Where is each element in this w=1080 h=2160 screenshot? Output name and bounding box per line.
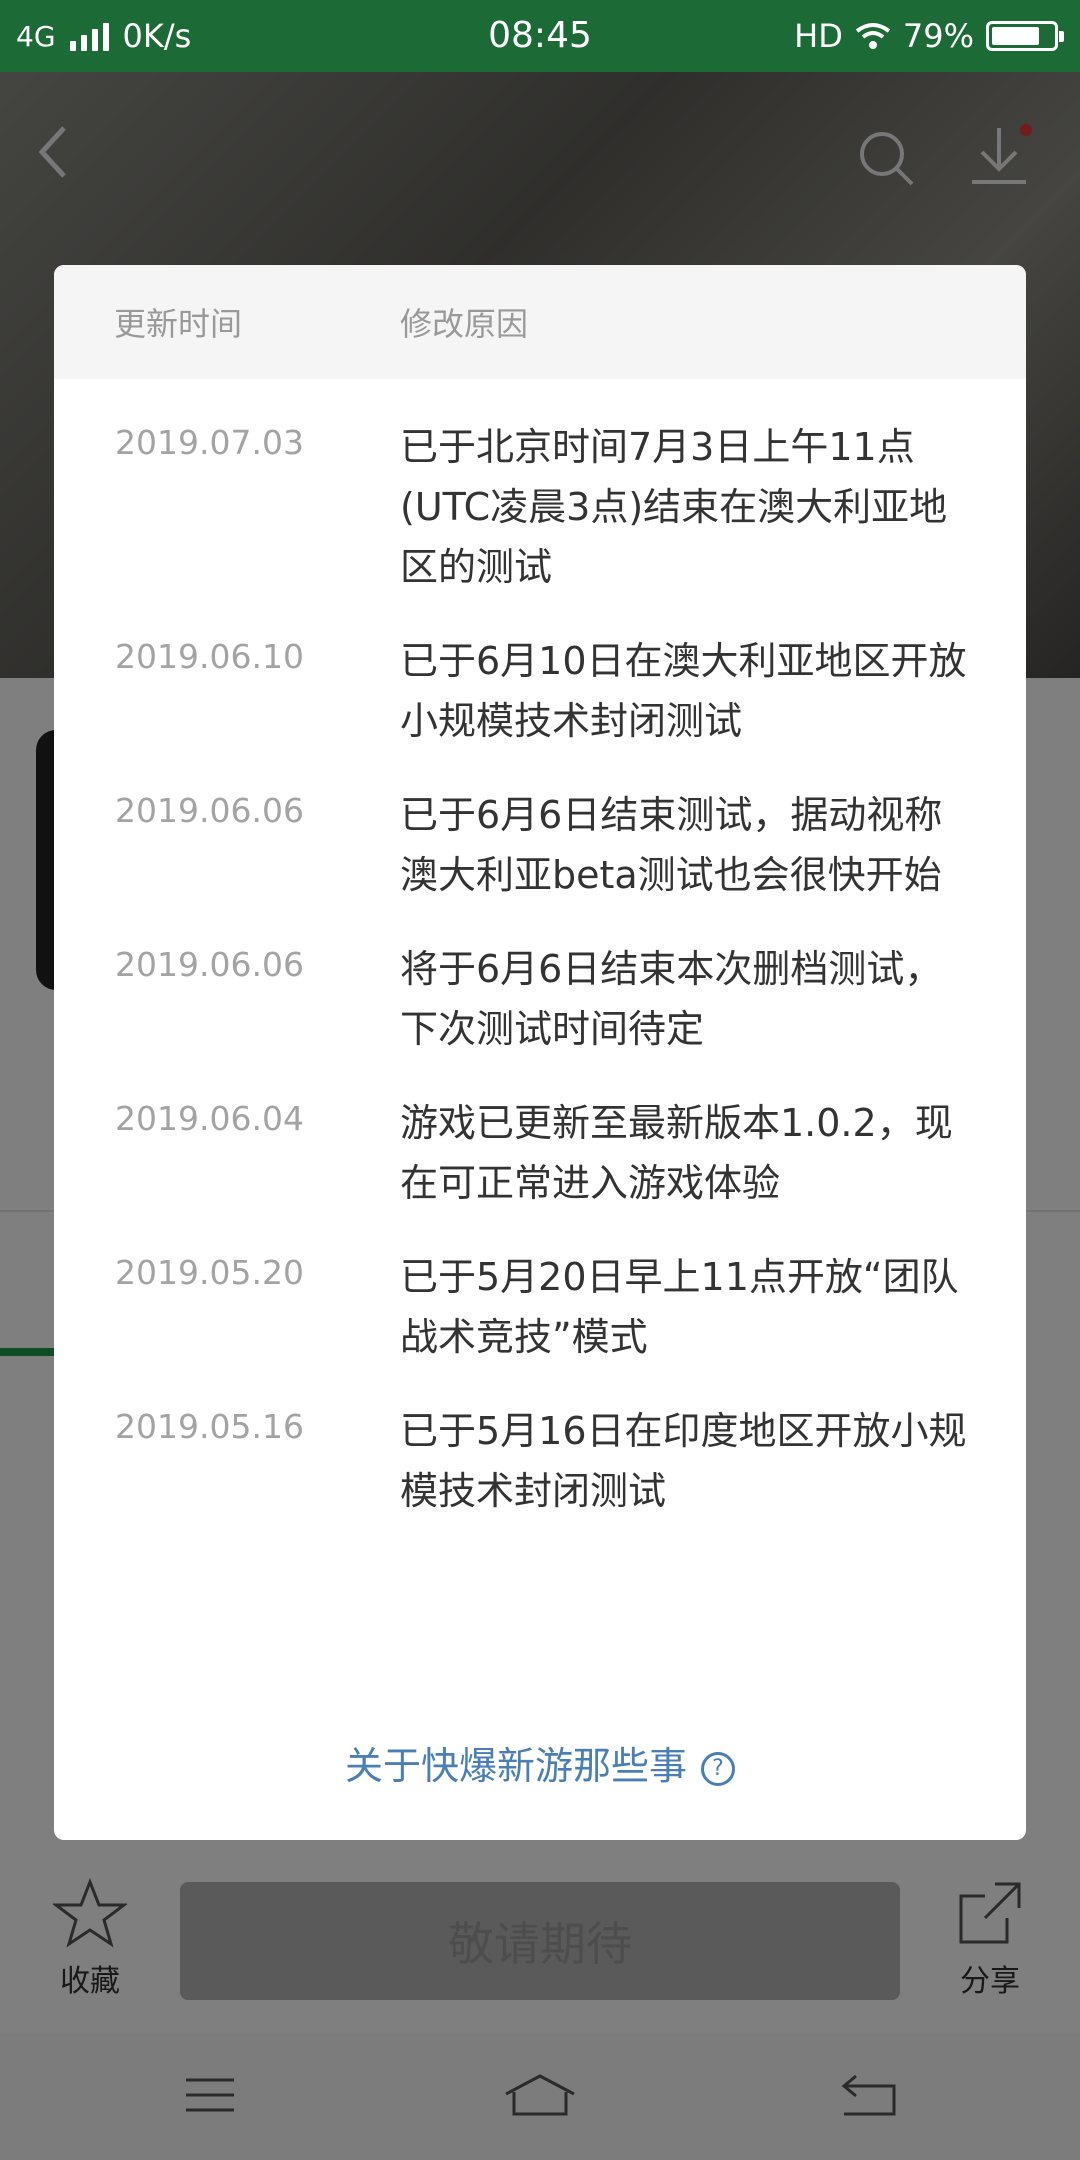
update-row: 2019.05.20 已于5月20日早上11点开放“团队战术竞技”模式 (54, 1247, 1026, 1367)
update-date: 2019.05.20 (115, 1253, 304, 1292)
update-reason: 已于6月6日结束测试，据动视称澳大利亚beta测试也会很快开始 (400, 793, 943, 897)
wifi-icon (855, 23, 891, 49)
update-row: 2019.06.10 已于6月10日在澳大利亚地区开放小规模技术封闭测试 (54, 631, 1026, 751)
update-row: 2019.05.16 已于5月16日在印度地区开放小规模技术封闭测试 (54, 1401, 1026, 1521)
status-bar: 4G 0K/s 08:45 HD 79% (0, 0, 1080, 72)
column-header-time: 更新时间 (114, 305, 243, 343)
update-reason: 游戏已更新至最新版本1.0.2，现在可正常进入游戏体验 (400, 1101, 953, 1205)
column-header-reason: 修改原因 (400, 305, 529, 343)
update-date: 2019.06.06 (115, 945, 304, 984)
update-reason: 已于5月16日在印度地区开放小规模技术封闭测试 (400, 1409, 967, 1513)
update-date: 2019.06.10 (115, 637, 304, 676)
dialog-header: 更新时间 修改原因 (54, 265, 1026, 379)
update-date: 2019.06.06 (115, 791, 304, 830)
update-row: 2019.06.04 游戏已更新至最新版本1.0.2，现在可正常进入游戏体验 (54, 1093, 1026, 1213)
update-row: 2019.07.03 已于北京时间7月3日上午11点(UTC凌晨3点)结束在澳大利… (54, 417, 1026, 597)
update-row: 2019.06.06 已于6月6日结束测试，据动视称澳大利亚beta测试也会很快开… (54, 785, 1026, 905)
battery-icon (986, 21, 1064, 51)
update-reason: 已于6月10日在澳大利亚地区开放小规模技术封闭测试 (400, 639, 967, 743)
battery-fill (992, 27, 1039, 45)
about-link[interactable]: 关于快爆新游那些事? (54, 1735, 1026, 1790)
update-list: 2019.07.03 已于北京时间7月3日上午11点(UTC凌晨3点)结束在澳大利… (54, 417, 1026, 1555)
update-date: 2019.05.16 (115, 1407, 304, 1446)
update-date: 2019.07.03 (115, 423, 304, 462)
battery-percent: 79% (902, 17, 974, 55)
about-link-label: 关于快爆新游那些事 (344, 1744, 687, 1788)
update-reason: 已于北京时间7月3日上午11点(UTC凌晨3点)结束在澳大利亚地区的测试 (400, 425, 948, 589)
hd-indicator: HD (794, 17, 843, 55)
update-history-dialog: 更新时间 修改原因 2019.07.03 已于北京时间7月3日上午11点(UTC凌… (54, 265, 1026, 1840)
update-row: 2019.06.06 将于6月6日结束本次删档测试，下次测试时间待定 (54, 939, 1026, 1059)
status-right: HD 79% (794, 0, 1064, 72)
update-reason: 将于6月6日结束本次删档测试，下次测试时间待定 (400, 947, 943, 1051)
help-icon: ? (701, 1751, 735, 1786)
update-date: 2019.06.04 (115, 1099, 304, 1138)
update-reason: 已于5月20日早上11点开放“团队战术竞技”模式 (400, 1255, 959, 1359)
